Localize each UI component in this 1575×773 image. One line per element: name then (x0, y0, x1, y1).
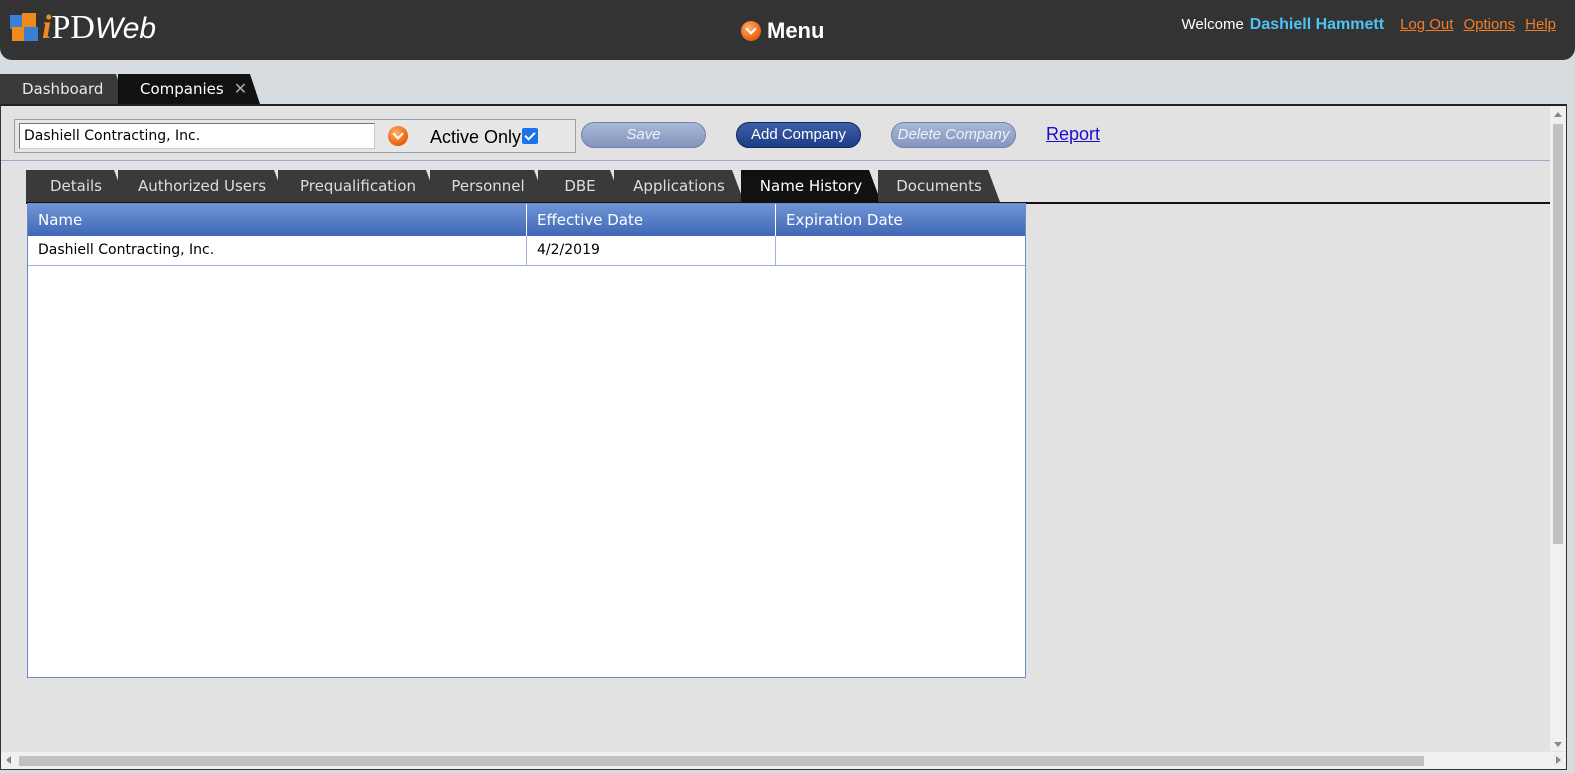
tab-companies[interactable]: Companies ✕ (118, 74, 260, 104)
cell-effective-date: 4/2/2019 (527, 236, 776, 265)
column-header-expiration-date[interactable]: Expiration Date (776, 204, 1025, 236)
name-history-grid: Name Effective Date Expiration Date Dash… (27, 203, 1026, 678)
scroll-up-icon[interactable] (1554, 112, 1562, 117)
cell-name: Dashiell Contracting, Inc. (28, 236, 527, 265)
column-header-effective-date[interactable]: Effective Date (527, 204, 776, 236)
report-link[interactable]: Report (1046, 124, 1100, 145)
logo-text: iPDWeb (42, 8, 157, 46)
horizontal-scroll-thumb[interactable] (19, 756, 1424, 766)
add-company-button[interactable]: Add Company (736, 122, 861, 148)
options-link[interactable]: Options (1463, 16, 1515, 33)
puzzle-logo-icon (10, 13, 40, 43)
scroll-right-icon[interactable] (1556, 756, 1561, 764)
delete-company-button[interactable]: Delete Company (891, 122, 1016, 148)
save-button[interactable]: Save (581, 122, 706, 148)
user-name: Dashiell Hammett (1249, 16, 1385, 33)
app-header: iPDWeb Menu Welcome Dashiell Hammett Log… (0, 0, 1575, 60)
table-row[interactable]: Dashiell Contracting, Inc. 4/2/2019 (28, 236, 1025, 266)
user-area: Welcome Dashiell Hammett Log Out Options… (1182, 16, 1556, 34)
scroll-down-icon[interactable] (1554, 742, 1562, 747)
chevron-down-icon (741, 21, 761, 41)
logout-link[interactable]: Log Out (1400, 16, 1453, 33)
tab-dbe[interactable]: DBE (538, 170, 622, 202)
tab-applications[interactable]: Applications (614, 170, 744, 202)
active-only-checkbox[interactable] (522, 128, 538, 144)
tab-authorized-users[interactable]: Authorized Users (118, 170, 286, 202)
tab-details[interactable]: Details (26, 170, 126, 202)
chevron-down-icon[interactable] (388, 126, 408, 146)
tab-dashboard[interactable]: Dashboard (0, 74, 126, 104)
help-link[interactable]: Help (1525, 16, 1556, 33)
company-combobox-input[interactable] (19, 123, 375, 149)
main-menu-button[interactable]: Menu (741, 18, 824, 44)
menu-label: Menu (767, 18, 825, 43)
tab-prequalification[interactable]: Prequalification (278, 170, 438, 202)
companies-panel: Active Only Save Add Company Delete Comp… (0, 104, 1567, 770)
tab-name-history[interactable]: Name History (741, 170, 881, 202)
vertical-scroll-thumb[interactable] (1553, 124, 1563, 544)
company-toolbar: Active Only Save Add Company Delete Comp… (1, 106, 1550, 161)
welcome-text: Welcome (1181, 16, 1244, 33)
active-only-label: Active Only (430, 127, 522, 147)
tab-companies-label: Companies (140, 80, 224, 98)
horizontal-scrollbar[interactable] (1, 752, 1566, 769)
column-header-name[interactable]: Name (28, 204, 527, 236)
tab-dashboard-label: Dashboard (22, 80, 104, 98)
tab-personnel[interactable]: Personnel (430, 170, 546, 202)
ipdweb-logo[interactable]: iPDWeb (10, 8, 156, 48)
company-selector: Active Only (14, 119, 576, 153)
scroll-left-icon[interactable] (6, 756, 11, 764)
company-sub-tabs: Details Authorized Users Prequalificatio… (26, 170, 1550, 204)
vertical-scrollbar[interactable] (1550, 106, 1566, 751)
cell-expiration-date (776, 236, 1025, 265)
grid-header: Name Effective Date Expiration Date (28, 204, 1025, 236)
close-icon[interactable]: ✕ (234, 79, 247, 98)
tab-documents[interactable]: Documents (878, 170, 1000, 202)
